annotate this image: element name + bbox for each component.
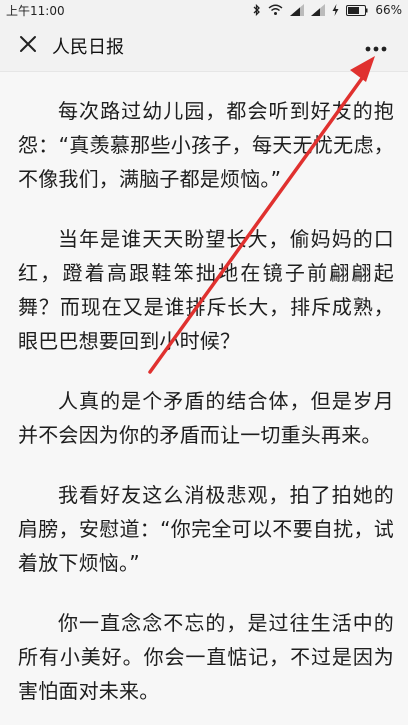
status-left: 上午11:00 (6, 2, 65, 19)
close-icon (19, 35, 37, 57)
article-paragraph: 每次路过幼儿园，都会听到好友的抱怨：“真羡慕那些小孩子，每天无忧无虑，不像我们，… (18, 99, 394, 191)
article-body: 每次路过幼儿园，都会听到好友的抱怨：“真羡慕那些小孩子，每天无忧无虑，不像我们，… (0, 72, 408, 725)
status-time: 上午11:00 (6, 3, 65, 18)
close-button[interactable] (6, 24, 50, 68)
article-paragraph: 当年是谁天天盼望长大，偷妈妈的口红，蹬着高跟鞋笨拙地在镜子前翩翩起舞？而现在又是… (18, 227, 394, 353)
more-dots-icon (365, 37, 387, 56)
more-options-button[interactable] (358, 28, 394, 64)
bluetooth-icon (253, 4, 261, 16)
article-paragraph: 人真的是个矛盾的结合体，但是岁月并不会因为你的矛盾而让一切重头再来。 (18, 389, 394, 447)
status-right: 66% (253, 3, 402, 17)
status-bar: 上午11:00 66% (0, 0, 408, 20)
battery-icon (346, 4, 368, 16)
signal-icon (290, 4, 305, 16)
wifi-icon (268, 4, 283, 16)
signal-icon (311, 4, 326, 16)
article-paragraph: 你一直念念不忘的，是过往生活中的所有小美好。你会一直惦记，不过是因为害怕面对未来… (18, 611, 394, 703)
charging-icon (332, 4, 339, 16)
battery-percentage: 66% (375, 3, 402, 17)
article-paragraph: 我看好友这么消极悲观，拍了拍她的肩膀，安慰道：“你完全可以不要自扰，试着放下烦恼… (18, 483, 394, 575)
nav-bar: 人民日报 (0, 20, 408, 72)
page-title: 人民日报 (52, 36, 124, 58)
